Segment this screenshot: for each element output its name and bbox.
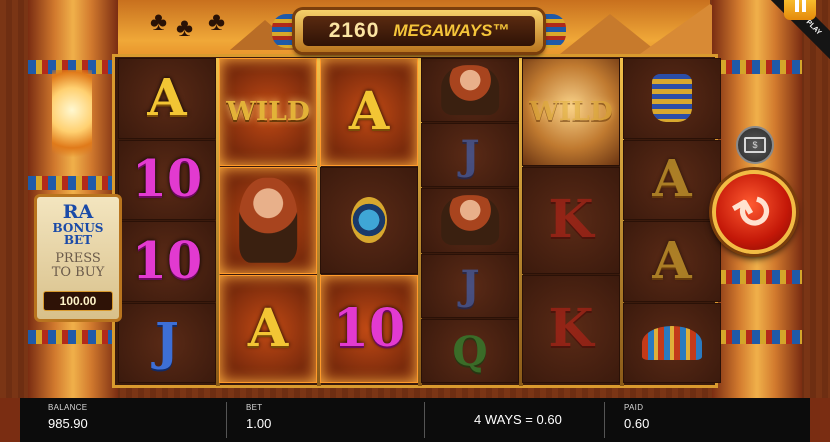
reel-2-symbol-3: A [219,275,317,383]
cash-icon: $ [744,137,766,153]
reel-1-symbol-2: 10 [118,139,216,220]
reel-3-symbol-3: 10 [320,275,418,383]
bet-value: 1.00 [246,416,272,431]
menu-icon [794,0,799,12]
symbol-A: A [247,298,289,360]
symbol-A: A [147,67,187,127]
megaways-logo: MEGAWAYS™ [393,21,510,40]
reel-6-symbol-1 [623,58,721,139]
winged-bird-icon [642,325,702,360]
reel-4-symbol-3 [421,188,519,253]
status-bar: BALANCE 985.90 BET 1.00 4 WAYS = 0.60 PA… [0,398,830,442]
palm-tree-icon: ♣ [208,6,226,36]
reel-2-symbol-1: WILD [219,58,317,166]
reel-1-symbol-4: J [118,302,216,383]
fire-brazier [52,70,92,170]
bonus-bet-label: BONUS BET [52,221,104,247]
reel-5-symbol-3: K [522,275,620,383]
symbol-10: 10 [131,149,203,209]
spin-button[interactable]: ↻ [712,170,796,254]
symbol-10: 10 [131,230,203,290]
symbol-A: A [652,230,692,290]
bet-label: BET [246,403,263,412]
reel-1-symbol-3: 10 [118,221,216,302]
bonus-ra-label: RA [62,201,94,223]
ways-count: 2160 [328,19,380,42]
reel-6-symbol-3: A [623,221,721,302]
reel-2-symbol-2 [219,166,317,275]
paid-label: PAID [624,403,644,412]
symbol-K: K [548,298,594,360]
menu-button[interactable] [784,0,816,20]
palm-tree-icon: ♣ [150,6,168,36]
wild-symbol: WILD [529,95,613,127]
explorer-woman-symbol [441,65,499,115]
balance-label: BALANCE [48,403,88,412]
reel-4-symbol-4: J [421,253,519,318]
reel-5-symbol-2: K [522,166,620,275]
paid-value: 0.60 [624,416,650,431]
bonus-price: 100.00 [43,291,113,311]
symbol-J: J [460,131,480,180]
symbol-K: K [548,189,594,251]
symbol-J: J [460,261,480,310]
press-label: PRESS [55,251,101,266]
cash-button[interactable]: $ [736,126,774,164]
explorer-woman-symbol [441,195,499,246]
reel-4-symbol-1 [421,58,519,123]
reel-6-symbol-4 [623,302,721,383]
bonus-bet-panel[interactable]: RA BONUS BET PRESS TO BUY 100.00 [34,194,122,322]
megaways-banner: 2160 MEGAWAYS™ [295,10,543,52]
pharaoh-mask-icon [652,74,692,123]
reel-3-symbol-2 [320,166,418,275]
explorer-woman-symbol [239,178,297,263]
wild-symbol: WILD [226,95,310,127]
palm-tree-icon: ♣ [176,12,194,42]
reel-6-symbol-2: A [623,139,721,220]
symbol-Q: Q [452,326,488,375]
balance-value: 985.90 [48,416,88,431]
reel-4-symbol-5: Q [421,318,519,383]
winged-emblem-right [540,14,566,48]
symbol-J: J [155,312,179,372]
ways-win-text: 4 WAYS = 0.60 [474,412,562,427]
symbol-A: A [652,149,692,209]
to-buy-label: TO BUY [51,265,105,280]
reel-4-symbol-2: J [421,123,519,188]
reel-1-symbol-1: A [118,58,216,139]
scarab-icon [351,197,387,244]
symbol-A: A [348,80,390,142]
spin-icon: ↻ [724,179,784,245]
reel-3-symbol-1: A [320,58,418,166]
reel-5-symbol-1: WILD [522,58,620,166]
symbol-10: 10 [332,298,406,360]
